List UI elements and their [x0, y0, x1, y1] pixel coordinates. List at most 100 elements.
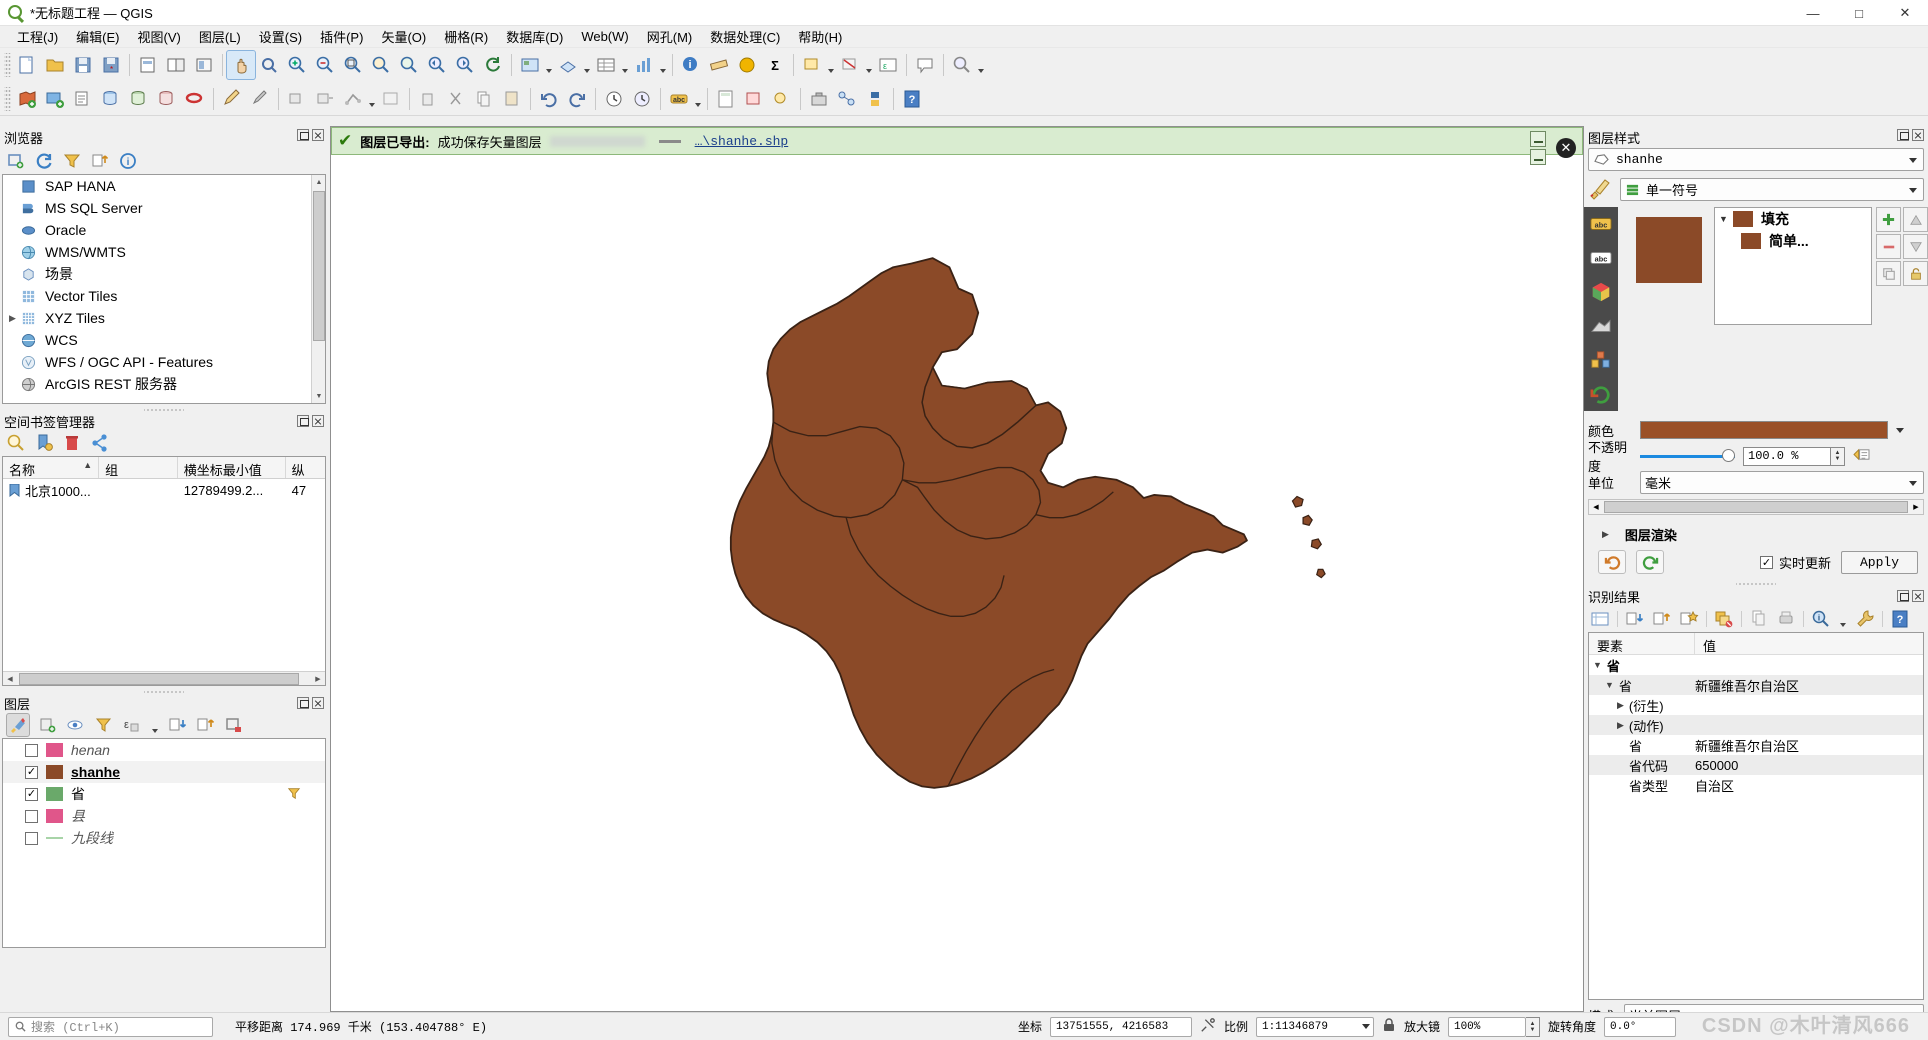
bookmarks-col-group[interactable]: 组: [99, 457, 178, 478]
abc-label-icon[interactable]: abc: [665, 85, 693, 113]
symbol-tree-row-fill[interactable]: ▼ 填充: [1715, 208, 1871, 230]
layers-float-button[interactable]: [297, 697, 309, 709]
zoom-to-native-icon[interactable]: [948, 51, 976, 79]
add-symbol-layer-icon[interactable]: [1876, 207, 1901, 232]
delete-selected-icon[interactable]: [414, 85, 442, 113]
zoom-in-icon[interactable]: [283, 51, 311, 79]
add-bookmark-icon[interactable]: [34, 433, 54, 453]
menu-view[interactable]: 视图(V): [129, 25, 190, 48]
layers-close-button[interactable]: [312, 697, 324, 709]
layer-row-sheng[interactable]: ✓ 省: [3, 783, 325, 805]
identify-row-3[interactable]: ▶ (动作): [1589, 715, 1923, 735]
modify-attributes-icon[interactable]: [377, 85, 405, 113]
browser-float-button[interactable]: [297, 129, 309, 141]
save-project-icon[interactable]: [69, 51, 97, 79]
opacity-data-defined-icon[interactable]: [1853, 447, 1870, 465]
add-group-icon[interactable]: [38, 715, 58, 735]
add-postgis-layer-icon[interactable]: [97, 85, 125, 113]
panel-drag-grip-3[interactable]: [1736, 580, 1776, 587]
opacity-slider[interactable]: [1640, 447, 1735, 465]
duplicate-icon[interactable]: [1876, 261, 1901, 286]
layer-visibility-checkbox[interactable]: [25, 743, 38, 757]
bookmarks-float-button[interactable]: [297, 415, 309, 427]
redo-icon[interactable]: [563, 85, 591, 113]
zoom-to-layer-icon[interactable]: [395, 51, 423, 79]
close-button[interactable]: ✕: [1882, 0, 1928, 26]
identify-row-2[interactable]: ▶ (衍生): [1589, 695, 1923, 715]
add-delimited-text-icon[interactable]: [69, 85, 97, 113]
visibility-icon[interactable]: [66, 715, 86, 735]
identify-row-1[interactable]: ▼ 省 新疆维吾尔自治区: [1589, 675, 1923, 695]
color-dropdown-icon[interactable]: [1896, 427, 1904, 433]
opacity-value[interactable]: 100.0 %: [1743, 446, 1831, 466]
zoom-last-icon[interactable]: [423, 51, 451, 79]
statistics-dropdown[interactable]: [658, 51, 668, 79]
select-dropdown[interactable]: [826, 51, 836, 79]
tab-masks[interactable]: abc: [1584, 241, 1618, 275]
identify-results-table[interactable]: 要素 值 ▼ 省 ▼ 省 新疆维吾尔自治区 ▶ (衍生) ▶ (动作) 省 新疆维吾: [1588, 632, 1924, 1000]
menu-project[interactable]: 工程(J): [8, 25, 67, 48]
browser-item-sap-hana[interactable]: SAP HANA: [3, 175, 325, 197]
scroll-down-arrow[interactable]: ▼: [312, 389, 325, 403]
close-circle-icon[interactable]: ✕: [1556, 138, 1576, 158]
layer-visibility-checkbox[interactable]: ✓: [25, 765, 38, 779]
bookmarks-hscrollbar[interactable]: ◀ ▶: [3, 671, 325, 685]
add-feature-icon[interactable]: [283, 85, 311, 113]
layer-filter-icon[interactable]: [287, 786, 301, 803]
filter-legend-icon[interactable]: [94, 715, 114, 735]
identify-mode-dropdown[interactable]: [1838, 605, 1848, 633]
collapse-all-icon[interactable]: [90, 151, 110, 171]
map-polygon-xinjiang[interactable]: [331, 161, 1583, 1011]
processing-toolbox-icon[interactable]: [805, 85, 833, 113]
refresh-map-icon[interactable]: [479, 51, 507, 79]
tab-diagrams[interactable]: [1584, 309, 1618, 343]
identify-row-6[interactable]: 省类型 自治区: [1589, 775, 1923, 795]
style-float-button[interactable]: [1897, 129, 1909, 141]
menu-vector[interactable]: 矢量(O): [372, 25, 435, 48]
identify-col-feature[interactable]: 要素: [1589, 633, 1695, 654]
zoom-to-bookmark-icon[interactable]: [6, 433, 26, 453]
cut-features-icon[interactable]: [442, 85, 470, 113]
move-down-icon[interactable]: [1903, 234, 1928, 259]
menu-help[interactable]: 帮助(H): [789, 25, 851, 48]
scroll-right-arrow[interactable]: ▶: [1909, 500, 1923, 514]
bookmarks-close-button[interactable]: [312, 415, 324, 427]
identify-close-button[interactable]: [1912, 590, 1924, 602]
tree-view-icon[interactable]: [1590, 609, 1610, 629]
print-icon[interactable]: [1776, 609, 1796, 629]
layer-row-henan[interactable]: henan: [3, 739, 325, 761]
browser-scrollbar[interactable]: ▲ ▼: [311, 175, 325, 403]
info-icon[interactable]: i: [118, 151, 138, 171]
chevron-down-icon[interactable]: [1909, 188, 1917, 193]
copy-icon[interactable]: [1749, 609, 1769, 629]
symbol-tree-row-simple-fill[interactable]: 简单...: [1715, 230, 1871, 252]
browser-close-button[interactable]: [312, 129, 324, 141]
menu-mesh[interactable]: 网孔(M): [638, 25, 702, 48]
remove-symbol-layer-icon[interactable]: [1876, 234, 1901, 259]
scale-value[interactable]: 1:11346879: [1255, 1016, 1374, 1037]
identify-col-value[interactable]: 值: [1695, 633, 1923, 654]
expander[interactable]: ▶: [9, 313, 21, 324]
identify-mode-icon[interactable]: i: [1811, 609, 1831, 629]
menu-database[interactable]: 数据库(D): [497, 25, 572, 48]
browser-item-wfs-ogc-api-features[interactable]: WFS / OGC API - Features: [3, 351, 325, 373]
expander-icon[interactable]: ▼: [1605, 680, 1614, 690]
scroll-up-arrow[interactable]: ▲: [312, 175, 325, 189]
layout-manager-icon[interactable]: [162, 51, 190, 79]
show-map-tips-icon[interactable]: [911, 51, 939, 79]
browser-item-wms-wmts[interactable]: WMS/WMTS: [3, 241, 325, 263]
renderer-combo[interactable]: 单一符号: [1620, 178, 1924, 201]
browser-item-scene[interactable]: 场景: [3, 263, 325, 285]
new-project-icon[interactable]: [13, 51, 41, 79]
expand-all-icon[interactable]: [168, 715, 188, 735]
unit-combo[interactable]: 毫米: [1640, 470, 1924, 494]
toggle-editing-icon[interactable]: [218, 85, 246, 113]
zoom-native-dropdown[interactable]: [976, 51, 986, 79]
browser-item-ms-sql-server[interactable]: MS SQL Server: [3, 197, 325, 219]
filter-icon[interactable]: [62, 151, 82, 171]
add-spatialite-layer-icon[interactable]: [125, 85, 153, 113]
expander-icon[interactable]: ▼: [1593, 660, 1602, 670]
pan-to-selection-icon[interactable]: [255, 51, 283, 79]
deselect-dropdown[interactable]: [864, 51, 874, 79]
graphical-modeler-icon[interactable]: [833, 85, 861, 113]
